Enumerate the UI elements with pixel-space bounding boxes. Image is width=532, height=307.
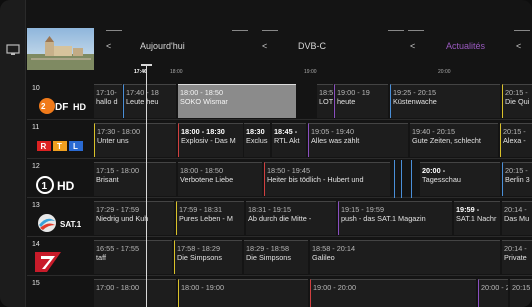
- pro7-logo: [35, 252, 61, 272]
- program-cell[interactable]: 19:25 - 20:15 Küstenwache: [390, 84, 500, 118]
- day-label: Aujourd'hui: [140, 41, 185, 51]
- program-cell[interactable]: 18:00 - 18:30 Explosiv - Das M: [178, 123, 243, 157]
- program-cell[interactable]: 18:45 - RTL Akt: [272, 123, 306, 157]
- svg-text:DF: DF: [55, 102, 68, 113]
- current-time: 17:46: [134, 69, 147, 75]
- time-tick: 18:00: [170, 69, 183, 75]
- channel-10[interactable]: 10 2 DF HD: [27, 82, 94, 120]
- channel-number: 10: [32, 85, 40, 92]
- channel-number: 11: [32, 124, 40, 131]
- program-cell[interactable]: 16:55 - 17:55 taff: [94, 240, 172, 274]
- program-cell[interactable]: 18:58 - 20:14 Galileo: [310, 240, 500, 274]
- filter-selector[interactable]: < Actualités <: [402, 30, 532, 60]
- program-row: 17:10- hallo d 17:40 - 18 Leute heu 18:00 …: [94, 82, 532, 120]
- channel-14[interactable]: 14: [27, 238, 94, 276]
- program-cell[interactable]: 20:00 - 20: [478, 279, 508, 307]
- program-cell[interactable]: 17:40 - 18 Leute heu: [123, 84, 176, 118]
- program-cell[interactable]: 17:00 - 18:00: [94, 279, 176, 307]
- time-tick: 19:00: [304, 69, 317, 75]
- program-row: 17:00 - 18:00 18:00 - 19:00 19:00 - 20:0…: [94, 277, 532, 307]
- time-bar: 17:46 18:00 19:00 20:00: [94, 66, 532, 82]
- program-cell[interactable]: 19:00 - 20:00: [310, 279, 476, 307]
- channel-number: 15: [32, 280, 40, 287]
- day-selector[interactable]: < Aujourd'hui: [100, 30, 250, 60]
- current-time-marker: [141, 64, 152, 66]
- program-cell[interactable]: 19:00 - 19 heute: [334, 84, 388, 118]
- blue-divider: [401, 160, 402, 198]
- chevron-left-icon[interactable]: <: [106, 41, 111, 51]
- side-rail: [0, 0, 26, 307]
- program-cell[interactable]: 17:29 - 17:59 Niedrig und Kuh: [94, 201, 174, 235]
- program-row: 17:30 - 18:00 Unter uns 18:00 - 18:30 Expl…: [94, 121, 532, 159]
- epg-screen: < Aujourd'hui < DVB-C < Actualités < 17:…: [0, 0, 532, 307]
- svg-text:SAT.1: SAT.1: [60, 220, 82, 229]
- channel-number: 13: [32, 202, 40, 209]
- program-cell[interactable]: 19:59 - SAT.1 Nachr: [454, 201, 500, 235]
- screen-icon[interactable]: [6, 44, 20, 56]
- svg-text:L: L: [73, 142, 78, 151]
- program-cell[interactable]: 20:00 - Tagesschau: [420, 162, 500, 196]
- source-label: DVB-C: [298, 41, 327, 51]
- program-cell[interactable]: 19:40 - 20:15 Gute Zeiten, schlecht: [410, 123, 498, 157]
- program-cell[interactable]: 17:58 - 18:29 Die Simpsons: [174, 240, 242, 274]
- chevron-right-icon[interactable]: <: [516, 41, 521, 51]
- zdf-hd-logo: 2 DF HD: [39, 98, 86, 114]
- filter-label: Actualités: [446, 41, 486, 51]
- program-cell[interactable]: 18:50 - 19:45 Heiter bis tödlich - Hubert…: [264, 162, 390, 196]
- program-cell[interactable]: 18:31 - 19:15 Ab durch die Mitte -: [246, 201, 336, 235]
- program-cell[interactable]: 18:5 LOT: [317, 84, 333, 118]
- svg-text:T: T: [57, 142, 62, 151]
- time-tick: 20:00: [438, 69, 451, 75]
- channel-number: 12: [32, 163, 40, 170]
- program-cell[interactable]: 19:15 - 19:59 push - das SAT.1 Magazin: [338, 201, 452, 235]
- source-selector[interactable]: < DVB-C: [256, 30, 404, 60]
- svg-text:HD: HD: [57, 179, 75, 193]
- svg-text:R: R: [41, 142, 47, 151]
- channel-12[interactable]: 12 1 HD: [27, 160, 94, 198]
- program-cell[interactable]: 20:15: [510, 279, 532, 307]
- channel-15[interactable]: 15: [27, 277, 94, 307]
- program-row: 17:29 - 17:59 Niedrig und Kuh 17:59 - 18:…: [94, 199, 532, 237]
- program-cell[interactable]: 20:15 - Die Qui: [502, 84, 532, 118]
- preview-thumbnail: [27, 28, 94, 70]
- channel-number: 14: [32, 241, 40, 248]
- chevron-left-icon[interactable]: <: [410, 41, 415, 51]
- program-cell[interactable]: 17:59 - 18:31 Pures Leben - M: [176, 201, 244, 235]
- program-cell[interactable]: 18:30 Exclus: [244, 123, 270, 157]
- program-cell[interactable]: 20:14 - Private: [502, 240, 532, 274]
- channel-13[interactable]: 13 SAT.1: [27, 199, 94, 237]
- program-row: 16:55 - 17:55 taff 17:58 - 18:29 Die Simps…: [94, 238, 532, 276]
- program-cell[interactable]: 17:30 - 18:00 Unter uns: [94, 123, 176, 157]
- program-cell[interactable]: 18:00 - 18:50 Verbotene Liebe: [178, 162, 262, 196]
- program-cell[interactable]: 18:29 - 18:58 Die Simpsons: [244, 240, 308, 274]
- svg-text:HD: HD: [73, 102, 86, 112]
- rtl-logo: R T L: [37, 141, 83, 151]
- channel-11[interactable]: 11 R T L: [27, 121, 94, 159]
- one-hd-logo: 1 HD: [36, 176, 75, 194]
- program-cell[interactable]: 20:15 - Alexa -: [500, 123, 532, 157]
- svg-text:1: 1: [42, 181, 48, 192]
- chevron-left-icon[interactable]: <: [262, 41, 267, 51]
- program-row: 17:15 - 18:00 Brisant 18:00 - 18:50 Verbot…: [94, 160, 532, 198]
- program-cell[interactable]: 18:00 - 19:00: [178, 279, 308, 307]
- program-cell-selected[interactable]: 18:00 - 18:50 SOKO Wismar: [178, 84, 296, 118]
- current-time-line: [146, 64, 147, 307]
- sat1-logo: SAT.1: [38, 214, 82, 232]
- program-cell[interactable]: 17:10- hallo d: [94, 84, 122, 118]
- program-cell[interactable]: 17:15 - 18:00 Brisant: [94, 162, 176, 196]
- program-cell[interactable]: 20:14 - Das Mu: [502, 201, 532, 235]
- blue-divider: [394, 160, 395, 198]
- svg-text:2: 2: [41, 102, 46, 111]
- blue-divider: [411, 160, 412, 198]
- program-cell[interactable]: 19:05 - 19:40 Alles was zählt: [308, 123, 408, 157]
- program-cell[interactable]: 20:15 - Berlin 3: [502, 162, 532, 196]
